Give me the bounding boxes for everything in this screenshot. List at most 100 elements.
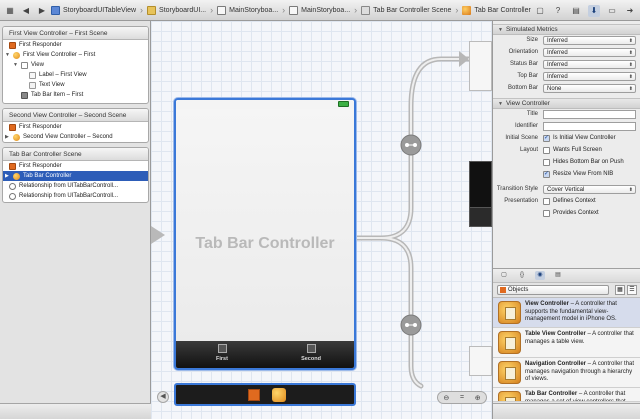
storyboard-canvas[interactable]: Tab Bar Controller First Second ◀ ⊖ = ⊕ bbox=[151, 21, 492, 419]
field-row: Top Bar Inferred ⬍ bbox=[493, 71, 640, 83]
tab-item-first[interactable]: First bbox=[202, 344, 242, 362]
breadcrumb-storyboard-file[interactable]: MainStoryboa... bbox=[214, 0, 281, 21]
zoom-fit-icon[interactable]: = bbox=[460, 394, 464, 401]
outline-section-header[interactable]: Second View Controller – Second Scene bbox=[3, 109, 148, 122]
section-header-view-controller[interactable]: ▼ View Controller bbox=[493, 98, 640, 109]
view-controller-icon bbox=[13, 134, 20, 141]
quick-help-icon[interactable]: ? bbox=[552, 5, 564, 17]
field-row: Initial Scene ✓ Is Initial View Controller bbox=[505, 135, 616, 142]
section-header-simulated-metrics[interactable]: ▼ Simulated Metrics bbox=[493, 24, 640, 35]
tab-bar-controller-icon[interactable] bbox=[272, 388, 286, 402]
outline-row[interactable]: Tab Bar Item – First bbox=[3, 90, 148, 100]
offscreen-scene-preview[interactable] bbox=[469, 346, 492, 376]
outline-row[interactable]: Relationship from UITabBarControll... bbox=[3, 191, 148, 201]
file-templates-icon[interactable]: ▢ bbox=[499, 271, 509, 280]
disclosure-closed-icon[interactable]: ▶ bbox=[5, 171, 9, 181]
title-field[interactable] bbox=[543, 110, 636, 119]
zoom-out-icon[interactable]: ⊖ bbox=[443, 394, 449, 402]
wants-full-screen-checkbox[interactable] bbox=[543, 147, 550, 154]
outline-row-selected[interactable]: ▶ Tab Bar Controller bbox=[3, 171, 148, 181]
relationship-icon bbox=[9, 183, 16, 190]
tab-item-second[interactable]: Second bbox=[291, 344, 331, 362]
outline-row[interactable]: ▼ First View Controller – First bbox=[3, 50, 148, 60]
field-row: Layout Wants Full Screen bbox=[519, 147, 602, 154]
disclosure-closed-icon[interactable]: ▶ bbox=[5, 132, 9, 142]
offscreen-scene-preview[interactable] bbox=[469, 207, 492, 227]
library-item-view-controller[interactable]: View Controller – A controller that supp… bbox=[493, 298, 640, 328]
outline-row[interactable]: ▶ Second View Controller – Second bbox=[3, 132, 148, 142]
related-items-icon[interactable]: ▦ bbox=[4, 4, 16, 16]
defines-context-checkbox[interactable] bbox=[543, 198, 550, 205]
orientation-popup[interactable]: Inferred ⬍ bbox=[543, 48, 636, 57]
forward-arrow-icon[interactable]: ▶ bbox=[36, 4, 48, 16]
tab-bar-item-icon bbox=[21, 92, 28, 99]
outline-section-header[interactable]: Tab Bar Controller Scene bbox=[3, 148, 148, 161]
outline-row[interactable]: Relationship from UITabBarControll... bbox=[3, 181, 148, 191]
breadcrumb-scene[interactable]: Tab Bar Controller Scene bbox=[358, 0, 454, 21]
field-row: Size Inferred ⬍ bbox=[493, 35, 640, 47]
disclosure-open-icon: ▼ bbox=[498, 27, 503, 33]
popup-arrows-icon: ⬍ bbox=[628, 50, 633, 56]
library-item-navigation-controller[interactable]: Navigation Controller – A controller tha… bbox=[493, 358, 640, 388]
file-inspector-icon[interactable]: ▢ bbox=[534, 5, 546, 17]
resize-view-from-nib-checkbox[interactable]: ✓ bbox=[543, 171, 550, 178]
outline-row[interactable]: First Responder bbox=[3, 161, 148, 171]
grid-view-icon[interactable]: ▦ bbox=[615, 285, 625, 295]
outline-row[interactable]: First Responder bbox=[3, 40, 148, 50]
outline-row[interactable]: ▼ View bbox=[3, 60, 148, 70]
segue-node-icon[interactable] bbox=[400, 314, 422, 336]
objects-cube-icon bbox=[500, 287, 506, 293]
disclosure-open-icon[interactable]: ▼ bbox=[5, 50, 10, 60]
library-filter-row: Objects ▦ ☰ bbox=[493, 283, 640, 298]
transition-style-popup[interactable]: Cover Vertical ⬍ bbox=[543, 185, 636, 194]
view-icon bbox=[21, 62, 28, 69]
outline-row[interactable]: Text View bbox=[3, 80, 148, 90]
segue-node-icon[interactable] bbox=[400, 134, 422, 156]
breadcrumb-storyboard[interactable]: MainStoryboa... bbox=[286, 0, 353, 21]
top-bar-popup[interactable]: Inferred ⬍ bbox=[543, 72, 636, 81]
breadcrumb-group[interactable]: StoryboardUI... bbox=[144, 0, 209, 21]
first-responder-icon[interactable] bbox=[248, 389, 260, 401]
breadcrumb-controller[interactable]: Tab Bar Controller bbox=[459, 0, 533, 21]
outline-toggle-button[interactable]: ◀ bbox=[157, 391, 169, 403]
disclosure-open-icon[interactable]: ▼ bbox=[13, 60, 18, 70]
identity-inspector-icon[interactable]: ▤ bbox=[570, 5, 582, 17]
first-responder-icon bbox=[9, 42, 16, 49]
media-library-icon[interactable]: ▤ bbox=[553, 271, 563, 280]
zoom-in-icon[interactable]: ⊕ bbox=[475, 394, 481, 402]
size-popup[interactable]: Inferred ⬍ bbox=[543, 36, 636, 45]
text-view-icon bbox=[29, 82, 36, 89]
project-icon bbox=[51, 5, 60, 15]
outline-row[interactable]: First Responder bbox=[3, 122, 148, 132]
library-item-table-view-controller[interactable]: Table View Controller – A controller tha… bbox=[493, 328, 640, 358]
identifier-field[interactable] bbox=[543, 122, 636, 131]
provides-context-checkbox[interactable] bbox=[543, 210, 550, 217]
library-bottom-bar bbox=[493, 403, 640, 419]
status-bar-popup[interactable]: Inferred ⬍ bbox=[543, 60, 636, 69]
offscreen-scene-preview[interactable] bbox=[469, 161, 492, 211]
initial-arrow-icon bbox=[151, 226, 165, 244]
tab-bar-controller-scene[interactable]: Tab Bar Controller First Second bbox=[174, 98, 356, 370]
library-category-popup[interactable]: Objects bbox=[497, 285, 609, 295]
outline-section-header[interactable]: First View Controller – First Scene bbox=[3, 27, 148, 40]
size-inspector-icon[interactable]: ▭ bbox=[606, 5, 618, 17]
bottom-bar-popup[interactable]: None ⬍ bbox=[543, 84, 636, 93]
hides-bottom-bar-checkbox[interactable] bbox=[543, 159, 550, 166]
library-item-tab-bar-controller[interactable]: Tab Bar Controller – A controller that m… bbox=[493, 388, 640, 402]
outline-row[interactable]: Label – First View bbox=[3, 70, 148, 80]
code-snippets-icon[interactable]: {} bbox=[517, 271, 527, 280]
attributes-inspector-icon[interactable]: ⬇ bbox=[588, 4, 600, 17]
list-view-icon[interactable]: ☰ bbox=[627, 285, 637, 295]
offscreen-scene-preview[interactable] bbox=[469, 41, 492, 91]
connections-inspector-icon[interactable]: ➜ bbox=[624, 5, 636, 17]
popup-arrows-icon: ⬍ bbox=[628, 86, 633, 92]
outline-section-second-scene: Second View Controller – Second Scene Fi… bbox=[2, 108, 149, 143]
back-arrow-icon[interactable]: ◀ bbox=[20, 4, 32, 16]
object-library-icon[interactable]: ◉ bbox=[535, 271, 545, 280]
breadcrumb-project[interactable]: StoryboardUITableView bbox=[48, 0, 139, 21]
controller-placeholder-title: Tab Bar Controller bbox=[195, 235, 335, 252]
field-row: Bottom Bar None ⬍ bbox=[493, 83, 640, 95]
initial-view-controller-checkbox[interactable]: ✓ bbox=[543, 135, 550, 142]
field-row: Status Bar Inferred ⬍ bbox=[493, 59, 640, 71]
tab-placeholder-icon bbox=[306, 344, 316, 353]
